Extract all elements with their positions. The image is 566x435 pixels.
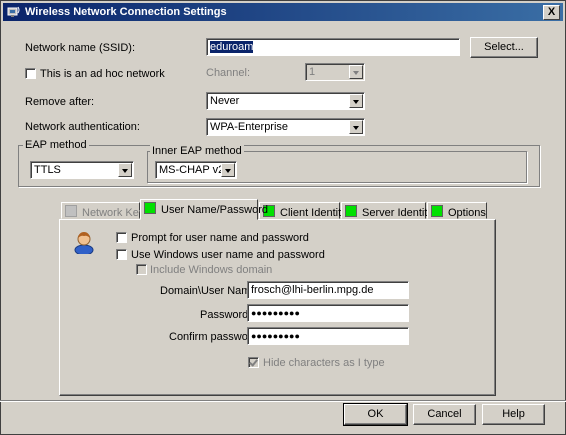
ok-button[interactable]: OK <box>343 403 408 426</box>
chevron-down-icon[interactable] <box>349 120 363 134</box>
adhoc-checkbox[interactable] <box>25 68 36 79</box>
include-domain-checkbox <box>136 264 147 275</box>
status-indicator-icon <box>345 205 357 217</box>
tab-server-identity[interactable]: Server Identity <box>341 202 433 219</box>
tab-label: Client Identity <box>280 207 347 219</box>
password-input[interactable]: ●●●●●●●●● <box>247 304 409 322</box>
auth-value: WPA-Enterprise <box>210 121 289 133</box>
ssid-value: eduroam <box>210 41 254 53</box>
tab-options[interactable]: Options <box>427 202 487 219</box>
tab-network-key[interactable]: Network Key <box>61 202 144 219</box>
tab-label: User Name/Password <box>161 204 268 216</box>
inner-eap-label: Inner EAP method <box>150 145 244 157</box>
use-windows-credentials-label: Use Windows user name and password <box>131 249 325 261</box>
tab-label: Options <box>448 207 486 219</box>
cancel-button[interactable]: Cancel <box>413 404 476 425</box>
title-bar[interactable]: Wireless Network Connection Settings X <box>3 3 563 21</box>
channel-value: 1 <box>309 66 316 78</box>
include-domain-label: Include Windows domain <box>150 264 273 276</box>
chevron-down-icon <box>349 65 363 79</box>
adhoc-label: This is an ad hoc network <box>40 68 165 80</box>
tab-user-name-password[interactable]: User Name/Password <box>140 199 268 220</box>
chevron-down-icon[interactable] <box>349 94 363 108</box>
domain-user-label: Domain\User Name: <box>160 285 260 297</box>
eap-method-value: TTLS <box>34 164 61 176</box>
window-title: Wireless Network Connection Settings <box>25 6 227 18</box>
ssid-input[interactable]: eduroam <box>206 38 460 56</box>
hide-characters-checkbox <box>248 357 259 368</box>
ssid-label: Network name (SSID): <box>25 42 136 54</box>
status-indicator-icon <box>65 205 77 217</box>
footer-separator <box>0 400 566 402</box>
status-indicator-icon <box>431 205 443 217</box>
chevron-down-icon[interactable] <box>118 163 132 177</box>
tab-label: Server Identity <box>362 207 433 219</box>
remove-after-value: Never <box>210 95 240 107</box>
user-icon <box>74 232 94 254</box>
remove-after-label: Remove after: <box>25 96 95 108</box>
tab-client-identity[interactable]: Client Identity <box>259 202 347 219</box>
auth-label: Network authentication: <box>25 121 140 133</box>
password-label: Password: <box>200 309 252 321</box>
chevron-down-icon[interactable] <box>221 163 235 177</box>
prompt-credentials-label: Prompt for user name and password <box>131 232 309 244</box>
prompt-credentials-checkbox[interactable] <box>116 232 127 243</box>
eap-method-label: EAP method <box>23 139 89 151</box>
close-button[interactable]: X <box>543 5 560 20</box>
remove-after-select[interactable]: Never <box>206 92 365 110</box>
confirm-password-input[interactable]: ●●●●●●●●● <box>247 327 409 345</box>
close-icon: X <box>547 6 556 18</box>
network-icon <box>7 6 20 17</box>
domain-user-input[interactable]: frosch@lhi-berlin.mpg.de <box>247 281 409 299</box>
inner-eap-select[interactable]: MS-CHAP v2 <box>155 161 237 179</box>
select-ssid-button[interactable]: Select... <box>470 37 538 58</box>
channel-label: Channel: <box>206 67 251 79</box>
tab-label: Network Key <box>82 207 145 219</box>
status-indicator-icon <box>144 202 156 214</box>
help-button[interactable]: Help <box>482 404 545 425</box>
inner-eap-value: MS-CHAP v2 <box>159 164 225 176</box>
eap-method-select[interactable]: TTLS <box>30 161 134 179</box>
channel-select: 1 <box>305 63 365 81</box>
hide-characters-label: Hide characters as I type <box>263 357 385 369</box>
auth-select[interactable]: WPA-Enterprise <box>206 118 365 136</box>
use-windows-credentials-checkbox[interactable] <box>116 249 127 260</box>
